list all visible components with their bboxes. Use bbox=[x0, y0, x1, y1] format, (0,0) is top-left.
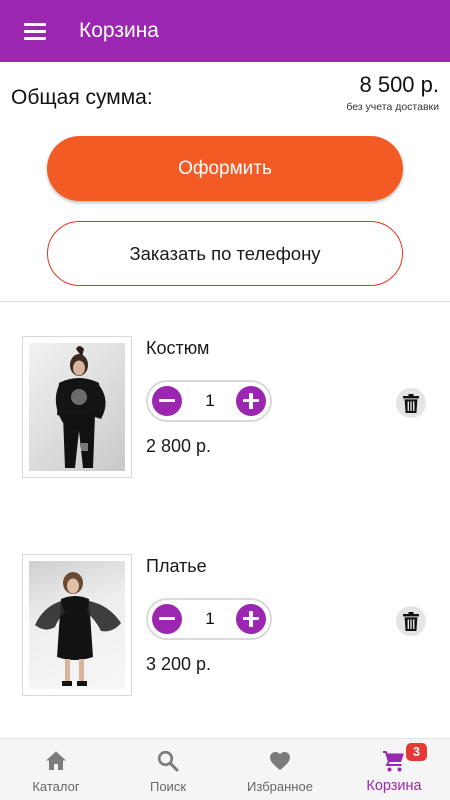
order-summary: Общая сумма: 8 500 р. без учета доставки bbox=[0, 62, 450, 120]
nav-item-search[interactable]: Поиск bbox=[112, 739, 224, 800]
nav-item-favorites[interactable]: Избранное bbox=[224, 739, 336, 800]
delete-item-button[interactable] bbox=[396, 388, 426, 418]
product-name: Платье bbox=[146, 556, 207, 576]
cart-count-badge: 3 bbox=[406, 743, 427, 761]
nav-item-cart[interactable]: 3 Корзина bbox=[338, 739, 450, 800]
total-amount: 8 500 р. bbox=[359, 72, 439, 97]
product-thumbnail[interactable] bbox=[22, 554, 132, 696]
trash-icon bbox=[403, 611, 419, 631]
order-by-phone-button[interactable]: Заказать по телефону bbox=[47, 221, 403, 286]
menu-icon bbox=[24, 23, 46, 40]
delete-item-button[interactable] bbox=[396, 606, 426, 636]
product-price: 2 800 р. bbox=[146, 436, 212, 456]
product-name: Костюм bbox=[146, 338, 210, 358]
bottom-navigation: Каталог Поиск Избранное 3 Корзина bbox=[0, 738, 450, 800]
page-title: Корзина bbox=[79, 19, 159, 42]
cart-item: Костюм 1 2 800 р. bbox=[0, 336, 450, 486]
nav-label: Избранное bbox=[247, 779, 313, 794]
heart-icon bbox=[270, 752, 290, 771]
nav-label: Поиск bbox=[149, 779, 187, 794]
product-photo-dress bbox=[29, 561, 125, 689]
total-label: Общая сумма: bbox=[11, 86, 153, 109]
product-price: 3 200 р. bbox=[146, 654, 212, 674]
quantity-value: 1 bbox=[205, 609, 215, 628]
checkout-button[interactable]: Оформить bbox=[47, 136, 403, 201]
search-icon bbox=[157, 750, 179, 772]
increase-quantity-button[interactable] bbox=[236, 386, 266, 416]
nav-item-catalog[interactable]: Каталог bbox=[0, 739, 112, 800]
nav-label: Каталог bbox=[32, 779, 80, 794]
divider bbox=[0, 301, 450, 302]
cart-item: Платье 1 3 200 р. bbox=[0, 554, 450, 704]
home-icon bbox=[46, 751, 66, 770]
product-thumbnail[interactable] bbox=[22, 336, 132, 478]
decrease-quantity-button[interactable] bbox=[152, 386, 182, 416]
nav-label: Корзина bbox=[366, 778, 422, 794]
menu-button[interactable] bbox=[0, 0, 70, 62]
increase-quantity-button[interactable] bbox=[236, 604, 266, 634]
app-bar: Корзина bbox=[0, 0, 450, 62]
quantity-stepper: 1 bbox=[146, 598, 272, 640]
cart-icon bbox=[383, 751, 404, 772]
decrease-quantity-button[interactable] bbox=[152, 604, 182, 634]
product-photo-suit bbox=[29, 343, 125, 471]
quantity-value: 1 bbox=[205, 391, 215, 410]
delivery-note: без учета доставки bbox=[346, 101, 439, 113]
trash-icon bbox=[403, 393, 419, 413]
quantity-stepper: 1 bbox=[146, 380, 272, 422]
